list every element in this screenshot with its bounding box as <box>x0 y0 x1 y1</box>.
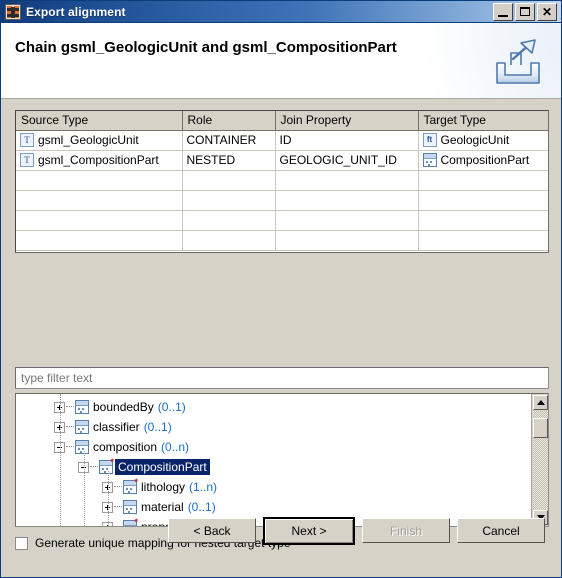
tree-connector <box>66 426 74 428</box>
required-marker-icon: * <box>134 477 138 487</box>
table-row-empty[interactable] <box>16 230 548 251</box>
next-button[interactable]: Next > <box>263 516 355 545</box>
target-type-label: GeologicUnit <box>440 133 510 147</box>
tree-item-label: CompositionPart <box>115 459 210 475</box>
table-header-row: Source Type Role Join Property Target Ty… <box>16 111 548 131</box>
dialog-header: Chain gsml_GeologicUnit and gsml_Composi… <box>1 23 561 99</box>
export-alignment-icon <box>5 3 21 20</box>
nested-type-icon <box>422 153 437 167</box>
feature-type-icon: ft <box>422 133 437 147</box>
property-icon <box>75 420 89 434</box>
window-title: Export alignment <box>26 4 126 19</box>
column-header-join-property[interactable]: Join Property <box>275 111 419 131</box>
finish-button: Finish <box>362 518 450 543</box>
dialog-body: Source Type Role Join Property Target Ty… <box>1 99 561 558</box>
cell-role: CONTAINER <box>182 130 276 151</box>
tree-item-cardinality: (1..n) <box>189 480 218 494</box>
export-alignment-dialog: Export alignment ✕ Chain gsml_GeologicUn… <box>0 0 562 578</box>
tree-item-cardinality: (0..1) <box>143 420 172 434</box>
tree-item-boundedBy[interactable]: boundedBy (0..1) <box>16 397 531 417</box>
type-icon: T <box>20 133 34 147</box>
scroll-up-button[interactable] <box>533 395 548 410</box>
table-row-empty[interactable] <box>16 190 548 211</box>
tree-item-cardinality: (0..n) <box>161 440 190 454</box>
window-controls: ✕ <box>493 2 559 21</box>
tree-item-label: boundedBy <box>93 400 154 414</box>
tree-connector <box>90 466 98 468</box>
minimize-button[interactable] <box>493 2 513 21</box>
table-row-empty[interactable] <box>16 210 548 231</box>
search-input[interactable] <box>21 371 548 385</box>
cell-source-type: T gsml_CompositionPart <box>16 150 183 171</box>
cell-join-property: ID <box>275 130 419 151</box>
tree-connector <box>66 446 74 448</box>
target-type-label: CompositionPart <box>440 153 530 167</box>
scrollbar-thumb[interactable] <box>533 418 548 438</box>
filter-field[interactable] <box>15 367 549 389</box>
tree-connector <box>66 406 74 408</box>
required-marker-icon: * <box>110 457 114 467</box>
cell-target-type: CompositionPart <box>418 150 548 171</box>
tree-item-cardinality: (0..1) <box>157 400 186 414</box>
cell-role: NESTED <box>182 150 276 171</box>
column-header-target-type[interactable]: Target Type <box>418 111 548 131</box>
type-icon: T <box>20 153 34 167</box>
tree-item-label: lithology <box>141 480 186 494</box>
title-bar[interactable]: Export alignment ✕ <box>1 1 561 23</box>
tree-item-label: composition <box>93 440 158 454</box>
source-type-label: gsml_CompositionPart <box>38 153 159 167</box>
back-button[interactable]: < Back <box>168 518 256 543</box>
cell-join-property: GEOLOGIC_UNIT_ID <box>275 150 419 171</box>
column-header-role[interactable]: Role <box>182 111 276 131</box>
tree-item-label: classifier <box>93 420 140 434</box>
property-icon <box>75 440 89 454</box>
column-header-source-type[interactable]: Source Type <box>16 111 183 131</box>
property-icon: * <box>123 477 138 494</box>
chevron-up-icon <box>536 400 545 405</box>
property-icon <box>75 400 89 414</box>
mapping-table-grid: Source Type Role Join Property Target Ty… <box>16 111 548 251</box>
nested-type-icon: * <box>99 457 114 474</box>
table-row[interactable]: T gsml_GeologicUnit CONTAINER ID ft Geol… <box>16 130 548 151</box>
cell-target-type: ft GeologicUnit <box>418 130 548 151</box>
tree-item-composition[interactable]: composition (0..n) <box>16 437 531 457</box>
dialog-footer: < Back Next > Finish Cancel <box>1 503 561 558</box>
tree-item-classifier[interactable]: classifier (0..1) <box>16 417 531 437</box>
close-button[interactable]: ✕ <box>537 2 557 21</box>
mapping-table[interactable]: Source Type Role Join Property Target Ty… <box>15 110 549 253</box>
tree-item-lithology[interactable]: * lithology (1..n) <box>16 477 531 497</box>
tree-item-CompositionPart[interactable]: * CompositionPart <box>16 457 531 477</box>
cell-source-type: T gsml_GeologicUnit <box>16 130 183 151</box>
maximize-button[interactable] <box>515 2 535 21</box>
close-icon: ✕ <box>541 4 553 19</box>
tree-connector <box>114 486 122 488</box>
cancel-button[interactable]: Cancel <box>457 518 545 543</box>
table-row[interactable]: T gsml_CompositionPart NESTED GEOLOGIC_U… <box>16 150 548 171</box>
export-arrow-icon <box>491 37 545 89</box>
table-row-empty[interactable] <box>16 170 548 191</box>
source-type-label: gsml_GeologicUnit <box>38 133 139 147</box>
page-title: Chain gsml_GeologicUnit and gsml_Composi… <box>15 39 397 56</box>
